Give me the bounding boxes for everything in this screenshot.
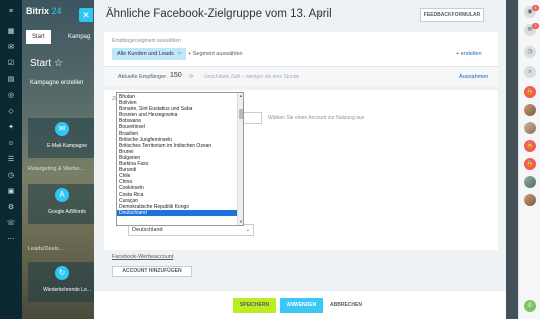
crm-icon[interactable]: ◎ [6,92,16,100]
chip-close-icon[interactable]: × [178,51,181,57]
campaign-subtitle: Kampagne erstellen [30,80,84,86]
drive-icon[interactable]: ▤ [6,76,16,84]
phone-icon[interactable]: ✆ [524,300,536,312]
scroll-thumb[interactable] [239,109,243,119]
right-toolbar: ◉ 4 ✉ 2 ◷ ⌕ 🔒 🔒 🔒 ✆ [518,0,540,319]
dropdown-option[interactable]: Deutschland [117,209,238,216]
contacts-icon[interactable]: ☺ [6,140,16,148]
lock-icon[interactable]: 🔒 [524,140,536,152]
menu-icon[interactable]: ≡ [6,8,16,16]
page-title: Ähnliche Facebook-Zielgruppe vom 13. Apr… [106,8,332,20]
cancel-button[interactable]: ABBRECHEN [330,298,362,313]
clock-icon[interactable]: ◷ [524,46,536,58]
more-icon[interactable]: ⋯ [6,236,16,244]
recipients-hint: Geschätzte Zahl – weniger als eine Stund… [204,74,300,80]
left-app-sidebar: ≡ ▦ ✉ ☑ ▤ ◎ ◇ ✦ ☺ ☰ ◷ ▣ ⚙ ☏ ⋯ [0,0,22,319]
avatar[interactable] [524,104,536,116]
tasks-icon[interactable]: ☑ [6,60,16,68]
settings-icon[interactable]: ⚙ [6,204,16,212]
scroll-down-icon[interactable]: ▼ [238,219,243,225]
lock-icon[interactable]: 🔒 [524,86,536,98]
feedback-button[interactable]: FEEDBACKFORMULAR [420,8,484,22]
segment-chip[interactable]: Alle Kunden und Leads × [112,48,187,60]
start-title: Start ☆ [30,58,63,69]
lock-icon[interactable]: 🔒 [524,158,536,170]
segment-card: Empfängersegment auswählen Alle Kunden u… [104,32,498,86]
background-tabs: Start Kampag [26,30,94,44]
apply-button[interactable]: ANWENDEN [280,298,323,313]
notifications-badge: 4 [532,5,539,11]
avatar[interactable] [524,194,536,206]
apps-icon[interactable]: ▣ [6,188,16,196]
tab-kampagne[interactable]: Kampag [62,30,96,44]
background-app-area: Bitrix 24 Start Kampag Start ☆ Kampagne … [22,0,106,319]
panel-header: Ähnliche Facebook-Zielgruppe vom 13. Apr… [94,0,506,28]
save-button[interactable]: SPEICHERN [233,298,276,313]
sites-icon[interactable]: ◇ [6,108,16,116]
dropdown-options: Bhutan Bolivien Bonaire, Sint Eustatius un… [117,94,238,216]
email-icon: ✉ [55,122,69,136]
avatar[interactable] [524,122,536,134]
messages-badge: 2 [532,23,539,29]
dropdown-scrollbar[interactable]: ▲ ▼ [237,93,243,225]
exceptions-link[interactable]: Ausnahmen [459,74,488,80]
scroll-up-icon[interactable]: ▲ [238,93,243,99]
recipients-label: Aktuelle Empfänger: [118,74,168,80]
marketing-icon[interactable]: ✦ [6,124,16,132]
adwords-icon: A [55,188,69,202]
section-leads: Leads/Deals... [28,246,64,252]
recipients-count: 150 [170,72,182,79]
create-link[interactable]: + erstellen [456,51,482,57]
tab-start[interactable]: Start [26,30,51,44]
phone-icon[interactable]: ☏ [6,220,16,228]
brand-logo: Bitrix 24 [26,6,62,16]
right-gutter [506,0,518,319]
panel-footer: SPEICHERN ANWENDEN ABBRECHEN [94,290,506,319]
section-retargeting: Retargeting & Werbe... [28,166,84,172]
edit-icon[interactable]: ✎ [316,10,322,18]
avatar[interactable] [524,176,536,188]
chevron-down-icon: ⌄ [245,227,250,233]
calendar-icon[interactable]: ▦ [6,28,16,36]
leads-icon: ↻ [55,266,69,280]
facebook-account-link[interactable]: Facebook-Werbeaccount [112,254,173,260]
refresh-icon[interactable]: ⟳ [189,74,194,80]
add-account-button[interactable]: ACCOUNT HINZUFÜGEN [112,266,192,277]
chat-icon[interactable]: ✉ [6,44,16,52]
close-panel-button[interactable]: ✕ [79,8,93,22]
recipients-row: Aktuelle Empfänger: 150 ⟳ Geschätzte Zah… [104,66,498,86]
search-icon[interactable]: ⌕ [524,66,536,78]
segment-label: Empfängersegment auswählen [112,38,181,44]
country-dropdown-list[interactable]: Bhutan Bolivien Bonaire, Sint Eustatius un… [116,92,244,226]
groups-icon[interactable]: ☰ [6,156,16,164]
add-segment-link[interactable]: + Segment auswählen [188,51,243,57]
time-icon[interactable]: ◷ [6,172,16,180]
account-note: Wählen Sie einen Account zur Nutzung aus [268,115,365,121]
